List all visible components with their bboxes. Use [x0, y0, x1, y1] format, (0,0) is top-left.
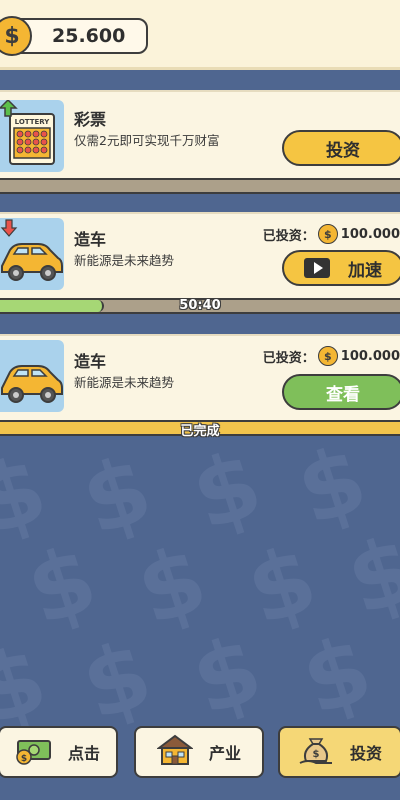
invest-button[interactable]: 投资	[282, 130, 400, 166]
build-progress-bar: 50:40	[0, 298, 400, 314]
dollar-pattern-icon: $	[69, 434, 164, 557]
lottery-ticket-icon: LOTTERY	[0, 98, 64, 172]
svg-text:$: $	[313, 749, 320, 760]
coin-icon: $	[317, 346, 338, 366]
view-button[interactable]: 查看	[282, 374, 400, 410]
top-bar: 25.600 $	[0, 0, 400, 70]
completed-status: 已完成	[180, 424, 220, 439]
countdown-timer: 50:40	[179, 298, 221, 313]
car-icon	[0, 340, 64, 412]
investment-card-car-in-progress: 造车 新能源是未来趋势 已投资： $ 100.000 加速 50:40	[0, 212, 400, 314]
dollar-pattern-icon: $	[0, 624, 59, 747]
dollar-pattern-icon: $	[14, 524, 109, 647]
speed-up-label: 加速	[348, 260, 382, 281]
card-description: 仅需2元即可实现千万财富	[74, 133, 220, 148]
video-play-icon	[304, 258, 330, 278]
invested-amount: 已投资： $ 100.000	[263, 346, 400, 366]
nav-industry-label: 产业	[208, 744, 241, 763]
dollar-pattern-icon: $	[124, 524, 219, 647]
build-progress-bar: 已完成	[0, 420, 400, 439]
dollar-pattern-icon: $	[69, 619, 164, 742]
dollar-pattern-icon: $	[179, 614, 274, 737]
lottery-thumb-label: LOTTERY	[15, 118, 51, 126]
investment-card-car-completed: 造车 新能源是未来趋势 已投资： $ 100.000 查看 已完成	[0, 334, 400, 439]
car-icon	[0, 218, 64, 290]
card-title: 造车	[74, 352, 107, 371]
card-description: 新能源是未来趋势	[74, 253, 175, 268]
card-title: 彩票	[74, 110, 107, 129]
nav-invest-button[interactable]: $ 投资	[278, 726, 400, 778]
nav-industry-button[interactable]: 产业	[134, 726, 264, 778]
invested-label: 已投资：	[262, 228, 315, 244]
invested-value: 100.000	[340, 226, 400, 242]
lottery-progress-bar	[0, 178, 400, 194]
speed-up-button[interactable]: 加速	[282, 250, 400, 286]
money-bag-icon: $	[298, 733, 334, 771]
dollar-pattern-icon: $	[334, 514, 400, 637]
nav-click-label: 点击	[67, 744, 100, 763]
invested-value: 100.000	[340, 348, 400, 364]
nav-invest-label: 投资	[349, 744, 382, 763]
house-icon	[155, 734, 194, 770]
coin-icon: $	[317, 224, 338, 244]
balance-value: 25.600	[52, 25, 126, 47]
dollar-pattern-icon: $	[289, 614, 384, 737]
cash-icon: $	[16, 735, 52, 769]
dollar-pattern-icon: $	[179, 429, 274, 552]
dollar-pattern-icon: $	[234, 524, 329, 647]
dollar-pattern-icon: $	[284, 424, 379, 547]
card-description: 新能源是未来趋势	[74, 375, 175, 390]
invested-label: 已投资：	[262, 350, 315, 366]
investment-card-lottery: LOTTERY 彩票 仅需2元即可实现千万财富 投资	[0, 90, 400, 194]
svg-text:$: $	[21, 754, 27, 764]
nav-click-button[interactable]: $ 点击	[0, 726, 118, 778]
card-title: 造车	[74, 230, 107, 249]
invested-amount: 已投资： $ 100.000	[263, 224, 400, 244]
